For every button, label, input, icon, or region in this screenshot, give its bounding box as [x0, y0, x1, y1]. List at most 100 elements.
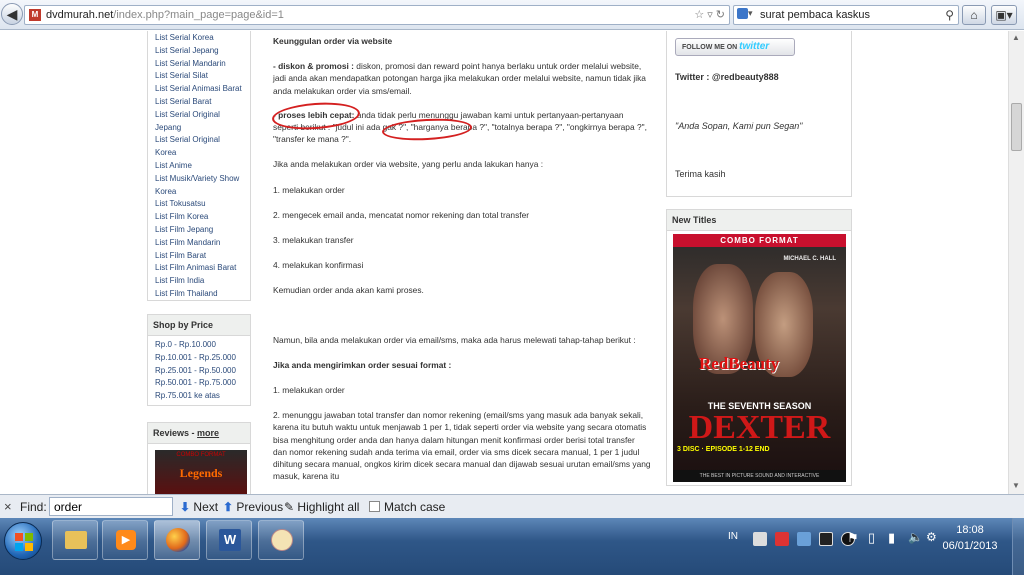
reload-icon[interactable]: ↻ — [716, 9, 725, 21]
acrobat-tray-icon[interactable] — [775, 532, 789, 546]
back-button[interactable]: ◀ — [1, 3, 23, 25]
category-link[interactable]: List Serial Jepang — [155, 45, 243, 58]
price-link[interactable]: Rp.75.001 ke atas — [155, 390, 243, 403]
windows-taskbar: ▶ W IN ⚑ ▯ ▮ 🔈 ⚙ 18:08 06/01/2013 — [0, 518, 1024, 575]
dvd-watermark: RedBeauty — [699, 354, 780, 373]
category-link[interactable]: List Film India — [155, 275, 243, 288]
category-link[interactable]: List Serial Original Korea — [155, 134, 243, 160]
home-button[interactable]: ⌂ — [962, 5, 986, 25]
article-heading: Keunggulan order via website — [273, 36, 393, 46]
dvd-disc-info: 3 DISC · EPISODE 1-12 END — [677, 446, 770, 453]
highlight-all-button[interactable]: ✎ Highlight all — [284, 500, 359, 514]
find-next-button[interactable]: ⬇ Next — [180, 500, 218, 514]
search-icon[interactable]: ⚲ — [945, 8, 954, 22]
language-indicator[interactable]: IN — [728, 531, 738, 542]
step-item: 1. melakukan order — [273, 184, 345, 195]
search-engine-icon[interactable]: ▾ — [737, 8, 757, 23]
media-player-taskbar-button[interactable]: ▶ — [102, 520, 148, 560]
find-previous-button[interactable]: ⬆ Previous — [223, 500, 283, 514]
url-text: dvdmurah.net/index.php?main_page=page&id… — [46, 9, 284, 21]
category-link[interactable]: List Musik/Variety Show — [155, 173, 243, 186]
scroll-thumb[interactable] — [1011, 103, 1022, 151]
reviews-more-link[interactable]: more — [197, 428, 219, 438]
clock-date: 06/01/2013 — [942, 540, 998, 552]
price-link[interactable]: Rp.25.001 - Rp.50.000 — [155, 365, 243, 378]
explorer-taskbar-button[interactable] — [52, 520, 98, 560]
paragraph-email-order: Namun, bila anda melakukan order via ema… — [273, 334, 636, 345]
show-desktop-button[interactable] — [1012, 518, 1024, 575]
up-arrow-icon: ⬆ — [223, 500, 234, 514]
dvd-title: DEXTER — [688, 409, 831, 446]
url-domain: dvdmurah.net — [46, 9, 114, 21]
review-image-top-text: COMBO FORMAT — [176, 452, 226, 458]
category-box: List Serial Korea List Serial Jepang List … — [147, 31, 251, 301]
dvd-footer: THE BEST IN PICTURE SOUND AND INTERACTIV… — [673, 470, 846, 482]
category-link[interactable]: List Anime — [155, 160, 243, 173]
price-box: Shop by Price Rp.0 - Rp.10.000 Rp.10.001 … — [147, 314, 251, 406]
category-link[interactable]: List Serial Silat — [155, 70, 243, 83]
category-link[interactable]: List Film Thailand — [155, 288, 243, 301]
match-case-checkbox[interactable]: Match case — [369, 500, 445, 514]
price-list: Rp.0 - Rp.10.000 Rp.10.001 - Rp.25.000 Rp.… — [148, 336, 250, 405]
battery-icon[interactable]: ▯ — [868, 530, 875, 546]
follow-twitter-button[interactable]: FOLLOW ME ON twitter — [675, 38, 795, 56]
action-center-flag-icon[interactable]: ⚑ — [847, 530, 859, 546]
word-taskbar-button[interactable]: W — [206, 520, 252, 560]
category-link[interactable]: List Serial Animasi Barat — [155, 83, 243, 96]
category-link[interactable]: List Tokusatsu — [155, 198, 243, 211]
search-bar[interactable]: ▾ surat pembaca kaskus ⚲ — [733, 5, 959, 25]
dropdown-icon[interactable]: ▿ — [707, 9, 713, 21]
network-tray-icon[interactable] — [797, 532, 811, 546]
clock[interactable]: 18:08 06/01/2013 — [938, 522, 1002, 554]
paint-taskbar-button[interactable] — [258, 520, 304, 560]
review-image[interactable]: COMBO FORMAT Legends — [155, 450, 247, 494]
dvd-actor-name: MICHAEL C. HALL — [783, 256, 836, 262]
find-label: Find: — [20, 500, 47, 514]
find-input[interactable] — [49, 497, 173, 516]
find-next-label: Next — [193, 500, 219, 514]
category-link[interactable]: Korea — [155, 186, 243, 199]
usb-icon[interactable]: ⚙ — [926, 530, 937, 544]
display-tray-icon[interactable] — [819, 532, 833, 546]
category-link[interactable]: List Film Barat — [155, 250, 243, 263]
addon-icon: ▣▾ — [995, 8, 1013, 22]
paragraph-steps-intro: Jika anda melakukan order via website, y… — [273, 159, 544, 170]
category-link[interactable]: List Film Animasi Barat — [155, 262, 243, 275]
category-link[interactable]: List Film Mandarin — [155, 237, 243, 250]
twitter-logo: twitter — [739, 41, 770, 52]
url-bar[interactable]: M dvdmurah.net/index.php?main_page=page&… — [24, 5, 730, 25]
step-item: 2. mengecek email anda, mencatat nomor r… — [273, 209, 530, 220]
page-scrollbar[interactable]: ▲ ▼ — [1008, 31, 1024, 494]
reviews-title: Reviews - — [153, 428, 195, 438]
steps-list: 1. melakukan order 2. mengecek email anda… — [273, 184, 651, 272]
media-player-icon: ▶ — [116, 530, 136, 550]
signal-icon[interactable]: ▮ — [888, 530, 895, 546]
category-link[interactable]: List Serial Korea — [155, 32, 243, 45]
browser-toolbar: ◀ M dvdmurah.net/index.php?main_page=pag… — [0, 0, 1024, 30]
price-link[interactable]: Rp.0 - Rp.10.000 — [155, 339, 243, 352]
search-input[interactable]: surat pembaca kaskus — [760, 9, 870, 21]
price-link[interactable]: Rp.50.001 - Rp.75.000 — [155, 377, 243, 390]
dvd-top-banner: COMBO FORMAT — [673, 234, 846, 247]
addon-button[interactable]: ▣▾ — [991, 5, 1017, 25]
reviews-header: Reviews - more — [148, 423, 250, 444]
start-button[interactable] — [4, 522, 42, 560]
paragraph-format-heading: Jika anda mengirimkan order sesuai forma… — [273, 359, 452, 370]
highlighter-icon: ✎ — [284, 500, 295, 514]
dvd-cover-image[interactable]: COMBO FORMAT MICHAEL C. HALL RedBeauty T… — [673, 234, 846, 482]
scroll-up-icon[interactable]: ▲ — [1012, 33, 1020, 42]
firefox-taskbar-button[interactable] — [154, 520, 200, 560]
category-link[interactable]: List Serial Original — [155, 109, 243, 122]
category-link[interactable]: List Serial Mandarin — [155, 58, 243, 71]
bookmark-star-icon[interactable]: ☆ — [694, 9, 704, 21]
category-link[interactable]: List Film Jepang — [155, 224, 243, 237]
volume-icon[interactable]: 🔈 — [908, 530, 923, 544]
tray-app-icon[interactable] — [753, 532, 767, 546]
scroll-down-icon[interactable]: ▼ — [1012, 481, 1020, 490]
price-link[interactable]: Rp.10.001 - Rp.25.000 — [155, 352, 243, 365]
category-link[interactable]: List Film Korea — [155, 211, 243, 224]
motto-quote: "Anda Sopan, Kami pun Segan" — [675, 121, 803, 131]
close-find-icon[interactable]: × — [4, 499, 12, 514]
category-link[interactable]: Jepang — [155, 122, 243, 135]
category-link[interactable]: List Serial Barat — [155, 96, 243, 109]
